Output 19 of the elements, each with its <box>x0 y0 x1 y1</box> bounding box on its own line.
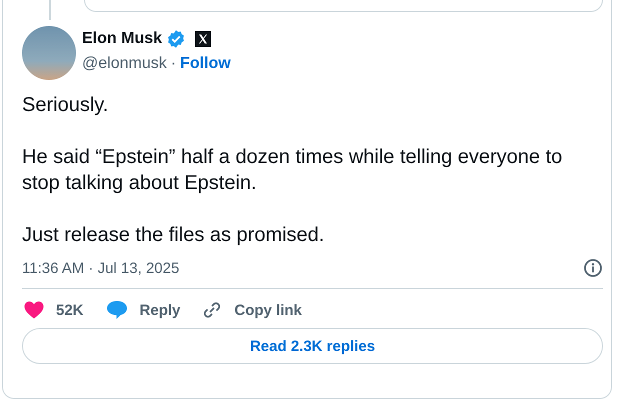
x-logo-icon[interactable] <box>195 31 212 47</box>
author-name[interactable]: Elon Musk <box>82 30 162 48</box>
follow-link[interactable]: Follow <box>180 55 231 73</box>
tweet-paragraph: He said “Epstein” half a dozen times while telling everyone to stop talking about Epstein. <box>22 145 564 196</box>
author-handle[interactable]: @elonmusk <box>82 55 167 73</box>
avatar-photo-placeholder[interactable] <box>22 26 76 80</box>
timestamp-link[interactable]: 11:36 AM · Jul 13, 2025 <box>22 260 180 276</box>
link-icon <box>202 300 222 320</box>
tweet-paragraph: Seriously. <box>22 93 110 118</box>
thread-line <box>49 0 51 20</box>
speech-bubble-icon <box>106 300 128 320</box>
read-replies-button[interactable]: Read 2.3K replies <box>22 328 603 364</box>
tweet-paragraph: Just release the files as promised. <box>22 223 326 248</box>
info-icon[interactable] <box>583 258 603 278</box>
reply-button[interactable]: Reply <box>106 300 180 320</box>
heart-icon <box>24 301 44 319</box>
like-button[interactable]: 52K <box>24 300 84 320</box>
copy-button[interactable]: Copy link <box>202 300 302 320</box>
separator-dot: · <box>170 55 176 73</box>
